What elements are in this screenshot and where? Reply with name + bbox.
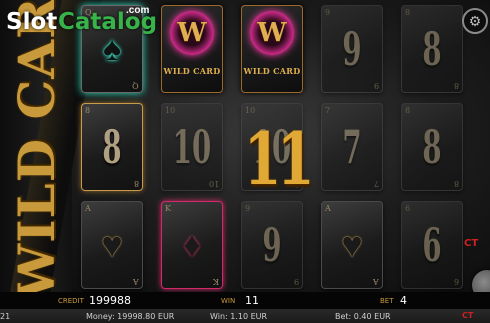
win-amount-display: 11 (243, 115, 315, 201)
card-corner-index: 6 (453, 277, 459, 286)
status-brand-logo: CT (462, 311, 474, 320)
info-bar: CREDIT 199988 WIN 11 BET 4 (0, 292, 490, 309)
card-rank: 9 (262, 218, 282, 272)
reel-4-symbol-3: A A ♥ (321, 201, 383, 289)
card-rank: 8 (422, 120, 442, 174)
card-corner-index: 8 (453, 179, 459, 188)
wild-symbol: W (170, 11, 214, 55)
reel-4-symbol-1: 9 9 9 (321, 5, 383, 93)
card-corner-index: 9 (373, 81, 379, 90)
status-bet: Bet: 0.40 EUR (335, 312, 391, 321)
slotcatalog-logo: Slot Catalog .com (6, 4, 157, 40)
card-corner-index: 8 (453, 81, 459, 90)
reel-3-symbol-1: W WILD CARD (241, 5, 303, 93)
wild-symbol: W (250, 11, 294, 55)
bet-label: BET (380, 297, 394, 305)
reel-1-symbol-3: A A ♥ (81, 201, 143, 289)
reel-5-symbol-1: 8 8 8 (401, 5, 463, 93)
win-label: WIN (221, 297, 236, 305)
wild-card-label: WILD CARD (243, 66, 301, 76)
reel-5-symbol-2: 8 8 8 (401, 103, 463, 191)
reel-2-symbol-2: 10 10 10 (161, 103, 223, 191)
card-rank: 8 (422, 22, 442, 76)
spin-button[interactable] (472, 270, 490, 292)
card-corner-index: 7 (373, 179, 379, 188)
heart-icon: ♥ (101, 224, 123, 265)
gear-icon[interactable]: ⚙ (462, 8, 488, 34)
card-corner-index: 9 (293, 277, 299, 286)
logo-text-slot: Slot (6, 9, 58, 35)
card-corner-index: 9 (245, 204, 251, 213)
reel-2-symbol-1: W WILD CARD (161, 5, 223, 93)
heart-icon: ♥ (341, 224, 363, 265)
banner-text: WILD CARD (7, 0, 66, 292)
brand-logo: CT (464, 238, 479, 249)
status-time: 21 (0, 312, 11, 321)
wild-card-label: WILD CARD (163, 66, 221, 76)
card-corner-index: 9 (325, 8, 331, 17)
credit-value: 199988 (89, 294, 131, 307)
card-corner-index: 8 (85, 106, 91, 115)
card-corner-index: 8 (405, 106, 411, 115)
card-corner-index: 7 (325, 106, 331, 115)
card-rank: 6 (422, 218, 442, 272)
card-rank: 7 (342, 120, 362, 174)
reel-4-symbol-2: 7 7 7 (321, 103, 383, 191)
reel-2-symbol-3: K K ♦ (161, 201, 223, 289)
card-corner-index: 8 (133, 179, 139, 188)
card-rank: 10 (172, 120, 212, 174)
game-stage: WILD CARD Q Q ♠ 8 8 8 A A ♥ W WILD CARD 10 10 10 K K ♦ W W… (0, 0, 490, 292)
card-corner-index: 6 (405, 204, 411, 213)
win-value: 11 (245, 294, 259, 307)
status-bar: 21 Money: 19998.80 EUR Win: 1.10 EUR Bet… (0, 309, 490, 323)
status-money: Money: 19998.80 EUR (86, 312, 175, 321)
logo-text-com: .com (126, 5, 150, 16)
reel-3-symbol-3: 9 9 9 (241, 201, 303, 289)
card-corner-index: 8 (405, 8, 411, 17)
reel-5-symbol-3: 6 6 6 (401, 201, 463, 289)
card-rank: 9 (342, 22, 362, 76)
status-win: Win: 1.10 EUR (210, 312, 268, 321)
credit-label: CREDIT (58, 297, 84, 305)
bet-value: 4 (400, 294, 407, 307)
diamond-icon: ♦ (183, 225, 201, 264)
wild-card-banner: WILD CARD (0, 0, 102, 292)
card-rank: 8 (102, 120, 122, 174)
reel-1-symbol-2: 8 8 8 (81, 103, 143, 191)
